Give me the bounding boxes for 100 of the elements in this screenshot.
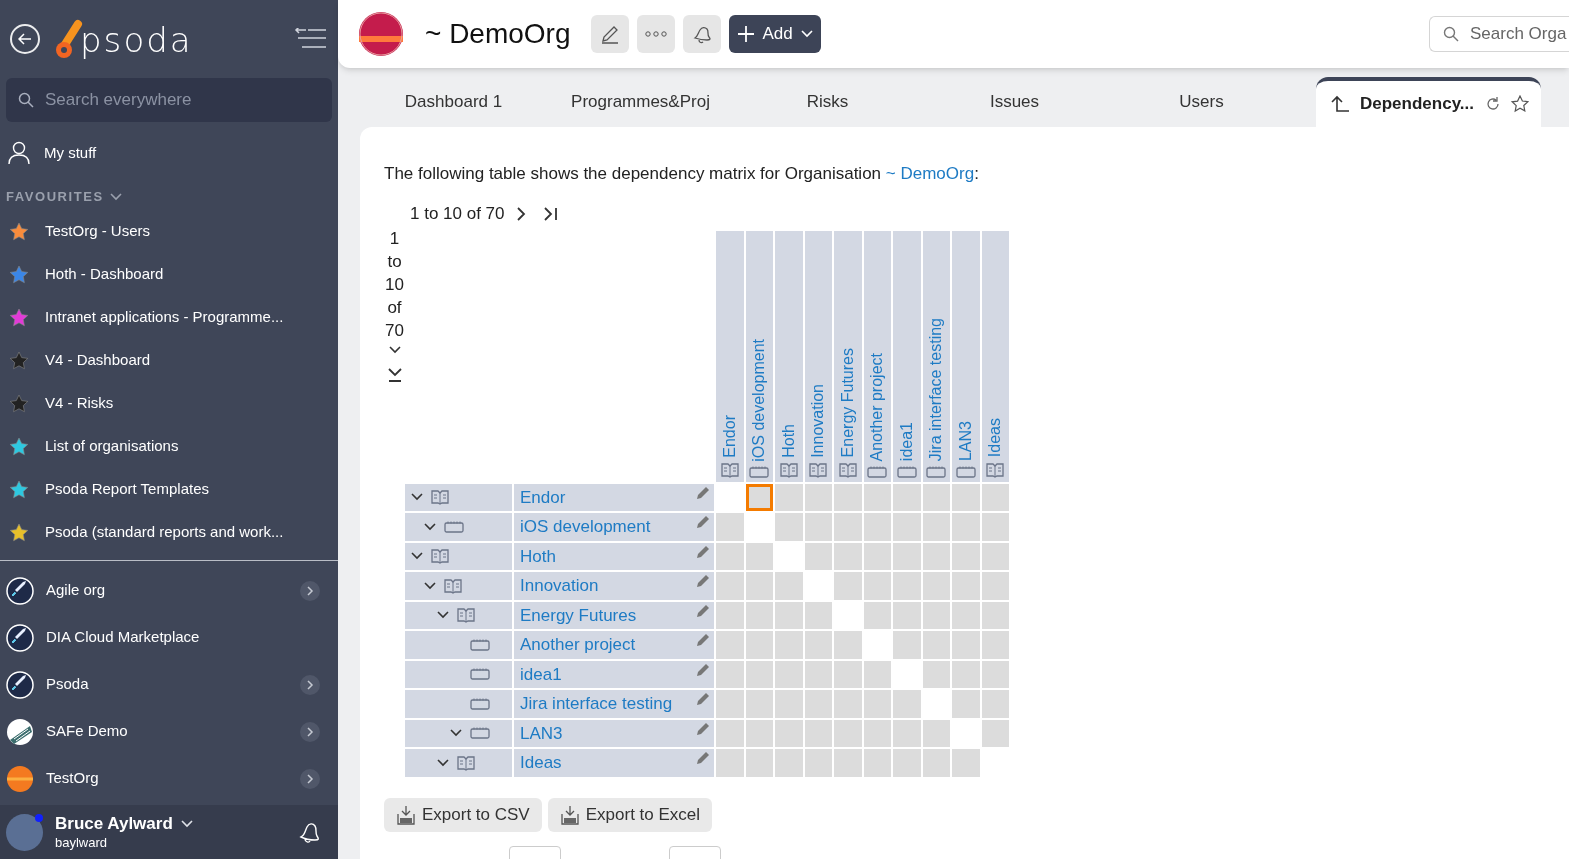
edit-button[interactable] xyxy=(696,544,710,559)
matrix-cell[interactable] xyxy=(716,660,744,688)
tab[interactable]: Issues xyxy=(921,77,1108,127)
matrix-cell[interactable] xyxy=(775,572,803,600)
matrix-cell[interactable] xyxy=(745,719,773,747)
last-page-button[interactable] xyxy=(387,367,402,382)
matrix-cell[interactable] xyxy=(922,513,950,541)
organisation-link[interactable]: DIA Cloud Marketplace xyxy=(0,614,338,661)
matrix-cell[interactable] xyxy=(922,749,950,777)
matrix-cell[interactable] xyxy=(981,601,1009,629)
matrix-cell[interactable] xyxy=(745,631,773,659)
matrix-cell[interactable] xyxy=(952,631,980,659)
matrix-cell[interactable] xyxy=(716,542,744,570)
matrix-cell[interactable] xyxy=(863,483,891,511)
export-button[interactable]: Export to Excel xyxy=(547,797,713,832)
matrix-cell[interactable] xyxy=(834,513,862,541)
matrix-cell[interactable] xyxy=(922,660,950,688)
search-field[interactable]: Search everywhere xyxy=(6,78,332,122)
edit-button[interactable] xyxy=(696,603,710,618)
matrix-cell[interactable] xyxy=(893,631,921,659)
matrix-cell[interactable] xyxy=(834,719,862,747)
matrix-cell[interactable] xyxy=(804,690,832,718)
expand-button[interactable] xyxy=(300,721,320,742)
add-button[interactable]: Add xyxy=(728,15,821,53)
favourite-link[interactable]: List of organisations xyxy=(0,425,338,468)
matrix-cell[interactable] xyxy=(893,690,921,718)
expand-toggle[interactable] xyxy=(411,493,423,502)
matrix-cell[interactable] xyxy=(863,542,891,570)
expand-toggle[interactable] xyxy=(411,552,423,561)
matrix-cell[interactable] xyxy=(804,601,832,629)
edit-button[interactable] xyxy=(696,721,710,736)
organisation-link[interactable]: SAFe Demo xyxy=(0,708,338,755)
favourite-link[interactable]: TestOrg - Users xyxy=(0,210,338,253)
matrix-cell[interactable] xyxy=(863,572,891,600)
favourite-link[interactable]: V4 - Risks xyxy=(0,382,338,425)
matrix-cell[interactable] xyxy=(952,749,980,777)
favourite-link[interactable]: V4 - Dashboard xyxy=(0,339,338,382)
edit-button[interactable] xyxy=(696,751,710,765)
matrix-cell[interactable] xyxy=(922,719,950,747)
matrix-cell[interactable] xyxy=(716,749,744,777)
matrix-cell[interactable] xyxy=(716,690,744,718)
matrix-cell[interactable] xyxy=(775,513,803,541)
edit-button[interactable] xyxy=(696,574,710,588)
matrix-cell[interactable] xyxy=(863,749,891,777)
matrix-cell[interactable] xyxy=(834,690,862,718)
matrix-cell[interactable] xyxy=(893,542,921,570)
matrix-cell[interactable] xyxy=(952,542,980,570)
matrix-cell[interactable] xyxy=(804,719,832,747)
matrix-cell[interactable] xyxy=(834,572,862,600)
matrix-cell[interactable] xyxy=(834,660,862,688)
matrix-cell[interactable] xyxy=(863,513,891,541)
expand-toggle[interactable] xyxy=(424,522,436,531)
organisation-link[interactable]: Agile org xyxy=(0,567,338,614)
my-stuff-link[interactable]: My stuff xyxy=(0,122,338,184)
matrix-cell[interactable] xyxy=(981,719,1009,747)
matrix-cell[interactable] xyxy=(775,601,803,629)
matrix-cell[interactable] xyxy=(716,513,744,541)
expand-toggle[interactable] xyxy=(437,611,449,620)
matrix-cell[interactable] xyxy=(922,483,950,511)
matrix-cell[interactable] xyxy=(745,572,773,600)
matrix-cell[interactable] xyxy=(775,483,803,511)
edit-button[interactable] xyxy=(696,515,710,529)
organisation-link[interactable]: ~ DemoOrg xyxy=(885,164,975,183)
next-page-button[interactable] xyxy=(516,206,526,221)
export-button[interactable]: Export to CSV xyxy=(384,797,542,832)
collapse-menu-button[interactable] xyxy=(294,28,328,50)
favourite-link[interactable]: Psoda (standard reports and work... xyxy=(0,511,338,554)
matrix-cell[interactable] xyxy=(981,631,1009,659)
matrix-cell[interactable] xyxy=(716,631,744,659)
matrix-cell[interactable] xyxy=(981,513,1009,541)
matrix-cell[interactable] xyxy=(804,660,832,688)
more-button[interactable] xyxy=(636,15,675,53)
expand-toggle[interactable] xyxy=(450,729,462,738)
matrix-cell[interactable] xyxy=(775,749,803,777)
expand-button[interactable] xyxy=(300,768,320,789)
matrix-cell[interactable] xyxy=(863,601,891,629)
matrix-cell[interactable] xyxy=(745,601,773,629)
matrix-cell[interactable] xyxy=(804,513,832,541)
back-button[interactable] xyxy=(10,24,40,54)
matrix-cell[interactable] xyxy=(716,719,744,747)
edit-button[interactable] xyxy=(696,633,710,647)
matrix-cell[interactable] xyxy=(834,749,862,777)
matrix-cell[interactable] xyxy=(834,631,862,659)
matrix-cell[interactable] xyxy=(952,513,980,541)
matrix-cell[interactable] xyxy=(775,660,803,688)
tab[interactable]: Dependency... xyxy=(1316,77,1541,127)
organisation-link[interactable]: TestOrg xyxy=(0,755,338,802)
matrix-cell[interactable] xyxy=(804,631,832,659)
favourite-link[interactable]: Hoth - Dashboard xyxy=(0,253,338,296)
tab[interactable]: Programmes&Proj xyxy=(547,77,734,127)
search-field[interactable]: Search Orga xyxy=(1429,16,1569,52)
last-page-button[interactable] xyxy=(543,206,558,221)
matrix-cell[interactable] xyxy=(775,690,803,718)
matrix-cell[interactable] xyxy=(981,660,1009,688)
matrix-cell[interactable] xyxy=(834,542,862,570)
matrix-cell[interactable] xyxy=(745,542,773,570)
matrix-cell[interactable] xyxy=(952,483,980,511)
matrix-cell[interactable] xyxy=(834,483,862,511)
matrix-cell[interactable] xyxy=(893,572,921,600)
edit-button[interactable] xyxy=(696,485,710,500)
